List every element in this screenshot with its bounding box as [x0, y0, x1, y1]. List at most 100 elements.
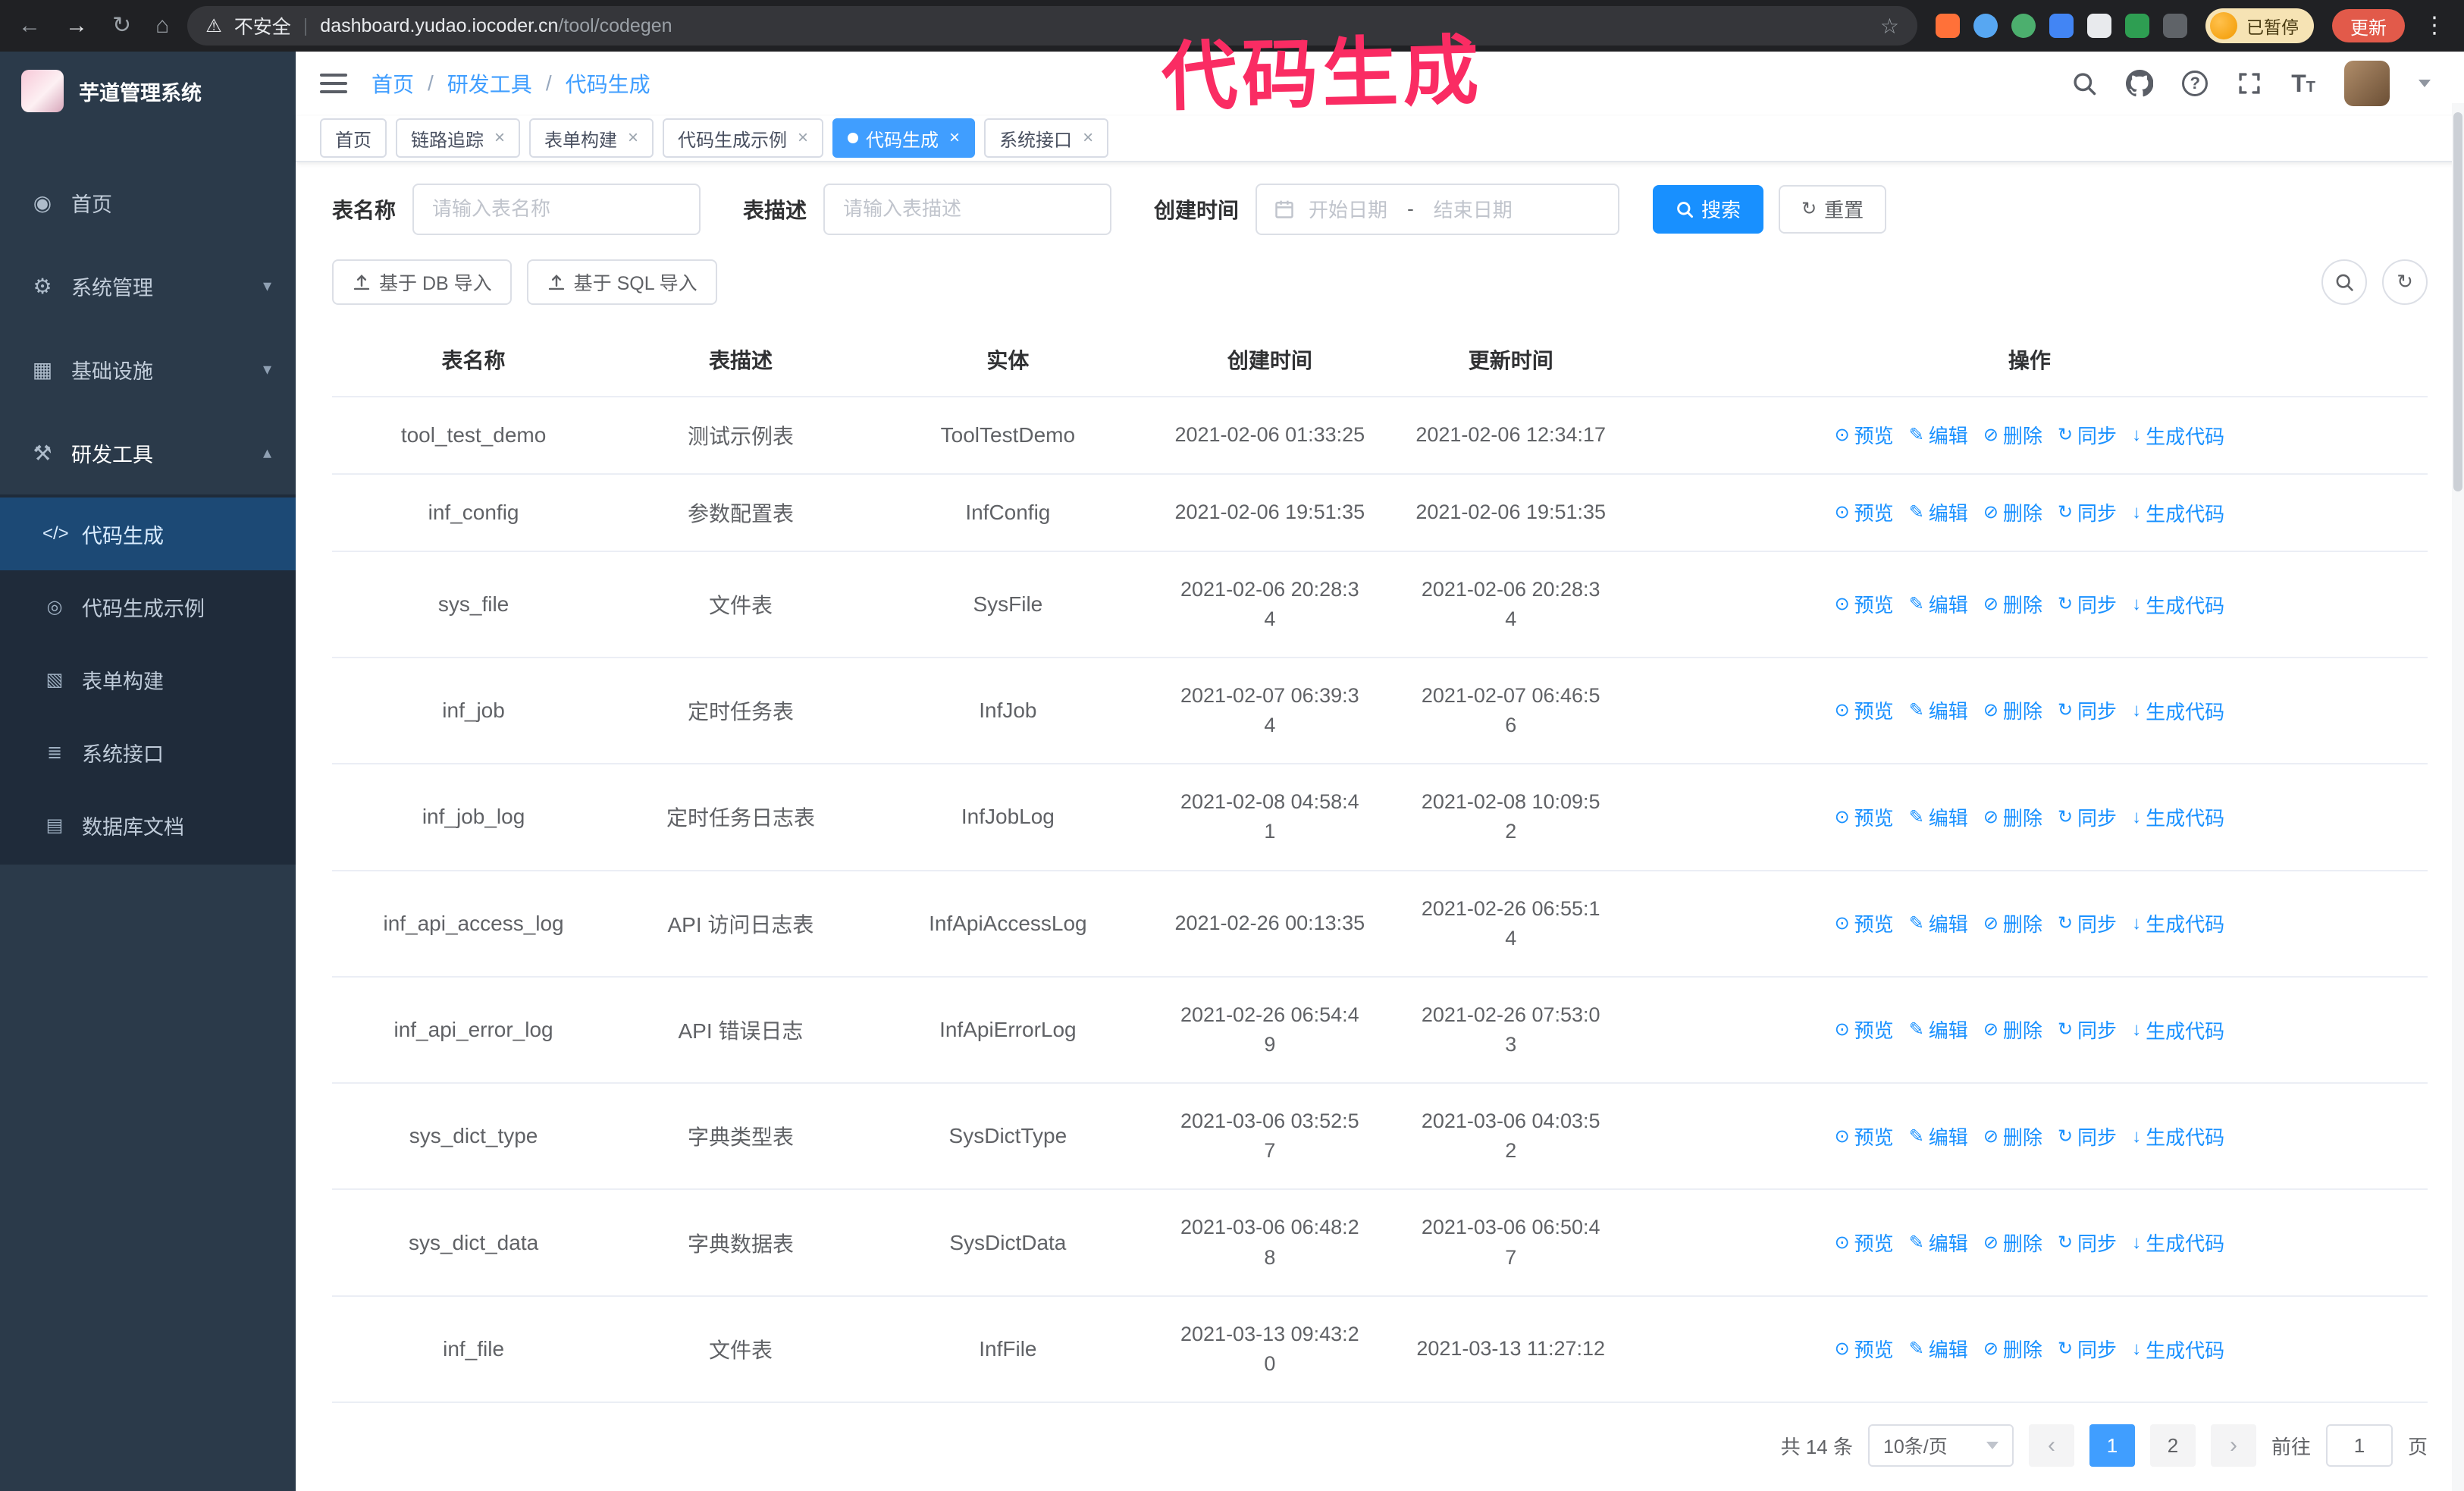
import-sql-button[interactable]: 基于 SQL 导入	[526, 259, 717, 305]
delete-link[interactable]: ⊘ 删除	[1983, 1335, 2042, 1363]
home-icon[interactable]: ⌂	[155, 14, 169, 37]
close-icon[interactable]: ×	[494, 127, 505, 149]
sidebar-item-codegen-demo[interactable]: ◎ 代码生成示例	[0, 570, 296, 643]
check-extension-icon[interactable]	[2011, 14, 2036, 38]
edit-link[interactable]: ✎ 编辑	[1909, 421, 1968, 449]
fox-extension-icon[interactable]	[1936, 14, 1960, 38]
generate-code-link[interactable]: ↓ 生成代码	[2132, 1229, 2224, 1257]
generate-code-link[interactable]: ↓ 生成代码	[2132, 1122, 2224, 1150]
edit-link[interactable]: ✎ 编辑	[1909, 498, 1968, 526]
date-range-picker[interactable]: 开始日期 - 结束日期	[1256, 183, 1620, 235]
fullscreen-icon[interactable]	[2237, 71, 2262, 96]
page-size-select[interactable]: 10条/页	[1867, 1424, 2014, 1467]
sync-link[interactable]: ↻ 同步	[2058, 1015, 2117, 1044]
preview-link[interactable]: ⊙ 预览	[1835, 1335, 1894, 1363]
preview-link[interactable]: ⊙ 预览	[1835, 498, 1894, 526]
page-button-2[interactable]: 2	[2149, 1424, 2196, 1467]
help-icon[interactable]: ?	[2182, 71, 2209, 97]
profile-paused-badge[interactable]: 已暂停	[2205, 8, 2314, 43]
address-bar[interactable]: ⚠ 不安全 | dashboard.yudao.iocoder.cn/tool/…	[187, 6, 1917, 46]
edit-link[interactable]: ✎ 编辑	[1909, 696, 1968, 724]
preview-link[interactable]: ⊙ 预览	[1835, 1229, 1894, 1257]
table-desc-input[interactable]	[823, 183, 1112, 235]
sidebar-item-devtools[interactable]: ⚒ 研发工具 ▴	[0, 411, 296, 494]
generate-code-link[interactable]: ↓ 生成代码	[2132, 422, 2224, 450]
search-button[interactable]: 搜索	[1653, 184, 1764, 234]
scrollbar-thumb[interactable]	[2453, 112, 2462, 491]
preview-link[interactable]: ⊙ 预览	[1835, 590, 1894, 618]
delete-link[interactable]: ⊘ 删除	[1983, 1122, 2042, 1150]
refresh-table-button[interactable]: ↻	[2382, 259, 2428, 305]
generate-code-link[interactable]: ↓ 生成代码	[2132, 803, 2224, 831]
bookmark-star-icon[interactable]: ☆	[1880, 14, 1899, 39]
sync-link[interactable]: ↻ 同步	[2058, 1229, 2117, 1257]
preview-link[interactable]: ⊙ 预览	[1835, 909, 1894, 937]
people-extension-icon[interactable]	[2049, 14, 2074, 38]
font-size-icon[interactable]: TT	[2291, 70, 2315, 98]
sync-link[interactable]: ↻ 同步	[2058, 803, 2117, 831]
delete-link[interactable]: ⊘ 删除	[1983, 1229, 2042, 1257]
edit-link[interactable]: ✎ 编辑	[1909, 1229, 1968, 1257]
toggle-search-button[interactable]	[2321, 259, 2367, 305]
preview-link[interactable]: ⊙ 预览	[1835, 696, 1894, 724]
edit-link[interactable]: ✎ 编辑	[1909, 590, 1968, 618]
reload-icon[interactable]: ↻	[112, 14, 131, 37]
edit-link[interactable]: ✎ 编辑	[1909, 803, 1968, 831]
close-icon[interactable]: ×	[1083, 127, 1093, 149]
sidebar-item-system[interactable]: ⚙ 系统管理 ▾	[0, 244, 296, 328]
edit-link[interactable]: ✎ 编辑	[1909, 1122, 1968, 1150]
tab-api[interactable]: 系统接口 ×	[984, 118, 1109, 159]
puzzle-extension-icon[interactable]	[2163, 14, 2187, 38]
sync-link[interactable]: ↻ 同步	[2058, 421, 2117, 449]
github-icon[interactable]	[2126, 70, 2154, 97]
sidebar-item-db-doc[interactable]: ▤ 数据库文档	[0, 789, 296, 862]
edit-link[interactable]: ✎ 编辑	[1909, 1015, 1968, 1044]
drop-extension-icon[interactable]	[1973, 14, 1998, 38]
generate-code-link[interactable]: ↓ 生成代码	[2132, 591, 2224, 619]
sidebar-item-home[interactable]: ◉ 首页	[0, 161, 296, 244]
edit-link[interactable]: ✎ 编辑	[1909, 909, 1968, 937]
preview-link[interactable]: ⊙ 预览	[1835, 1122, 1894, 1150]
sync-link[interactable]: ↻ 同步	[2058, 1335, 2117, 1363]
generate-code-link[interactable]: ↓ 生成代码	[2132, 1336, 2224, 1364]
reset-button[interactable]: ↻ 重置	[1779, 184, 1887, 234]
sync-link[interactable]: ↻ 同步	[2058, 498, 2117, 526]
delete-link[interactable]: ⊘ 删除	[1983, 803, 2042, 831]
user-menu-caret-icon[interactable]	[2419, 80, 2431, 88]
sidebar-item-codegen[interactable]: </> 代码生成	[0, 498, 296, 570]
close-icon[interactable]: ×	[949, 127, 960, 149]
tab-codegen[interactable]: 代码生成 ×	[832, 118, 976, 159]
generate-code-link[interactable]: ↓ 生成代码	[2132, 697, 2224, 725]
back-icon[interactable]: ←	[18, 14, 41, 37]
user-avatar[interactable]	[2344, 61, 2390, 107]
generate-code-link[interactable]: ↓ 生成代码	[2132, 499, 2224, 527]
sync-link[interactable]: ↻ 同步	[2058, 909, 2117, 937]
sidebar-item-form-builder[interactable]: ▧ 表单构建	[0, 643, 296, 716]
tab-codegen-demo[interactable]: 代码生成示例 ×	[663, 118, 824, 159]
generate-code-link[interactable]: ↓ 生成代码	[2132, 1016, 2224, 1044]
close-icon[interactable]: ×	[628, 127, 638, 149]
delete-link[interactable]: ⊘ 删除	[1983, 590, 2042, 618]
delete-link[interactable]: ⊘ 删除	[1983, 498, 2042, 526]
tab-home[interactable]: 首页	[320, 118, 387, 159]
chrome-menu-icon[interactable]: ⋮	[2423, 14, 2446, 37]
delete-link[interactable]: ⊘ 删除	[1983, 909, 2042, 937]
preview-link[interactable]: ⊙ 预览	[1835, 803, 1894, 831]
tab-form-builder[interactable]: 表单构建 ×	[529, 118, 654, 159]
table-name-input[interactable]	[412, 183, 701, 235]
translate-extension-icon[interactable]	[2087, 14, 2111, 38]
sync-link[interactable]: ↻ 同步	[2058, 590, 2117, 618]
leaf-extension-icon[interactable]	[2125, 14, 2149, 38]
page-button-1[interactable]: 1	[2089, 1424, 2135, 1467]
preview-link[interactable]: ⊙ 预览	[1835, 421, 1894, 449]
scrollbar[interactable]	[2452, 103, 2464, 1491]
sync-link[interactable]: ↻ 同步	[2058, 696, 2117, 724]
tab-trace[interactable]: 链路追踪 ×	[396, 118, 521, 159]
search-icon[interactable]	[2071, 71, 2097, 96]
edit-link[interactable]: ✎ 编辑	[1909, 1335, 1968, 1363]
delete-link[interactable]: ⊘ 删除	[1983, 421, 2042, 449]
goto-page-input[interactable]	[2325, 1424, 2393, 1467]
preview-link[interactable]: ⊙ 预览	[1835, 1015, 1894, 1044]
import-db-button[interactable]: 基于 DB 导入	[332, 259, 512, 305]
next-page-button[interactable]: ›	[2210, 1424, 2256, 1467]
